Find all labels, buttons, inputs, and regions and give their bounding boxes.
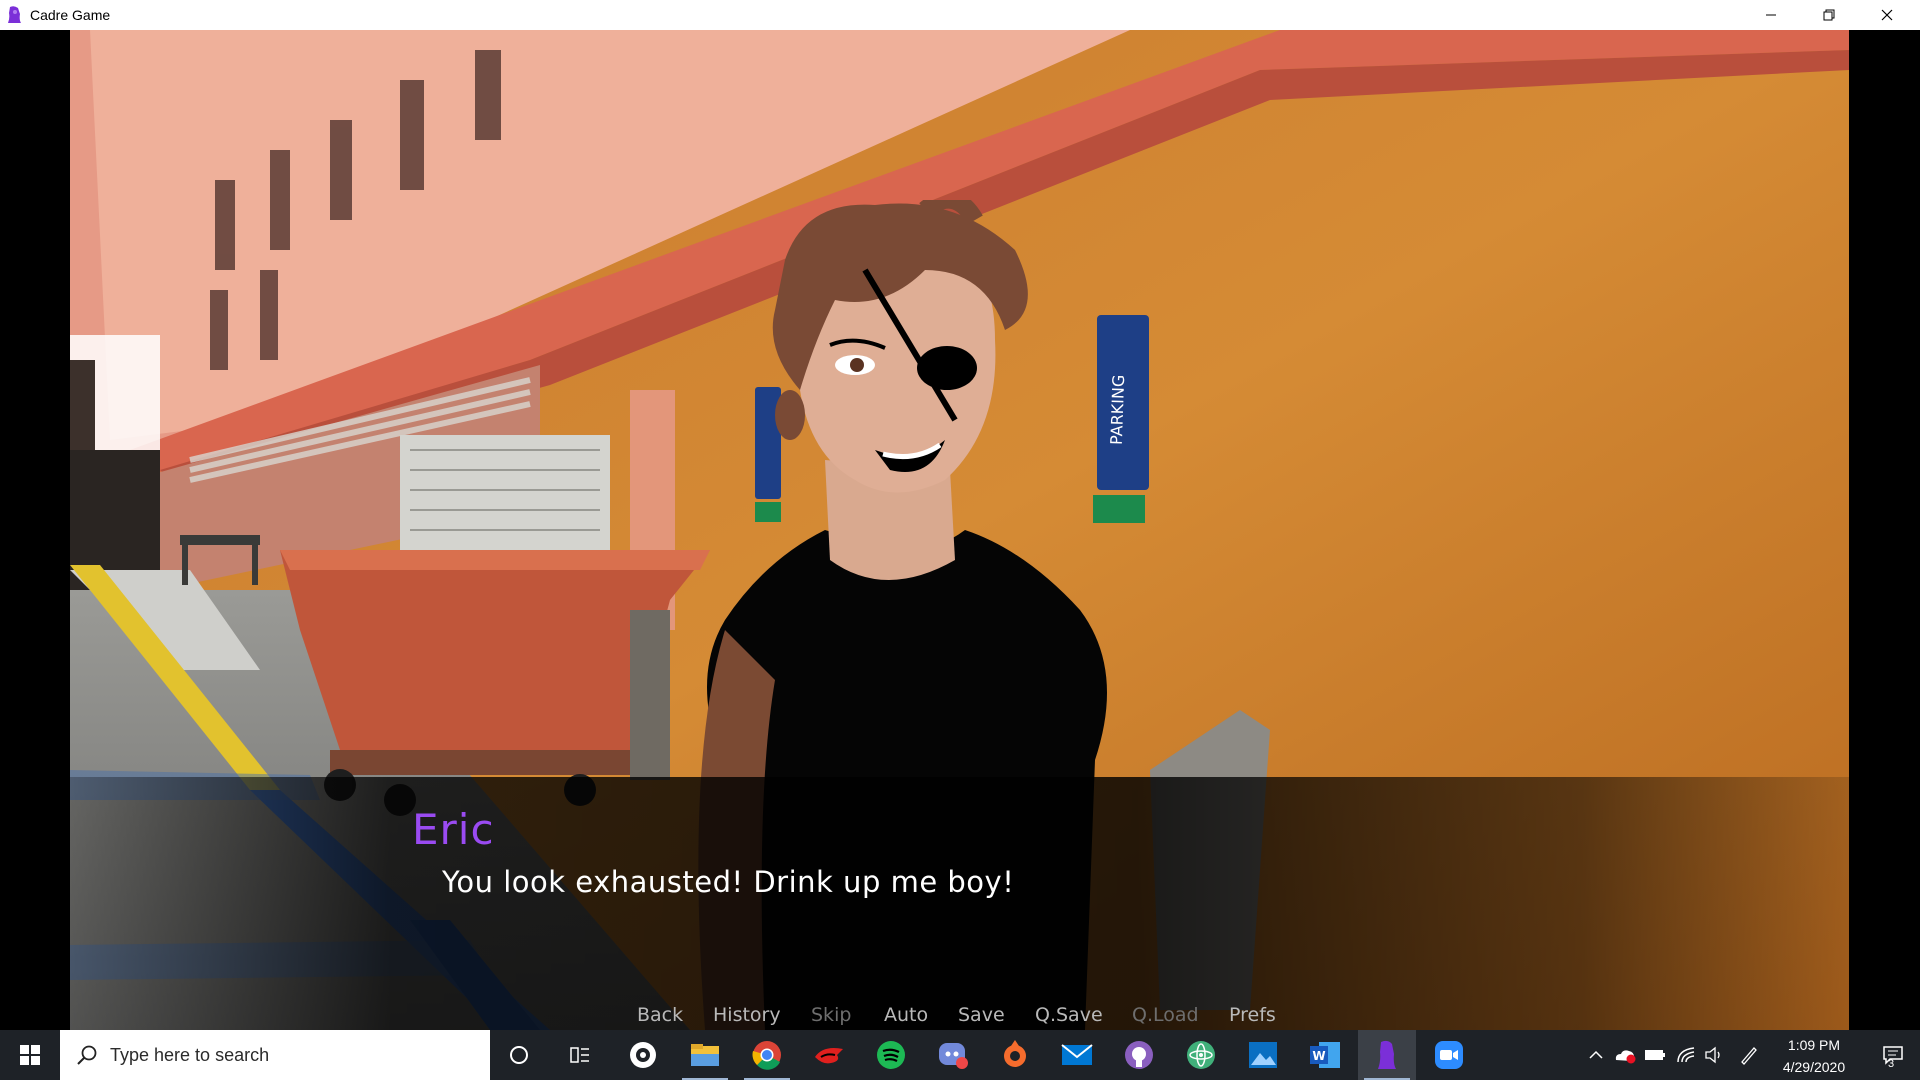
task-view-icon (570, 1047, 589, 1063)
photos-icon (1249, 1042, 1277, 1068)
window-title: Cadre Game (30, 7, 111, 23)
taskbar-spotify[interactable] (862, 1030, 920, 1080)
notification-count-badge: 3 (1888, 1058, 1895, 1070)
file-explorer-icon (691, 1044, 719, 1066)
close-button[interactable] (1858, 0, 1916, 30)
tray-onedrive[interactable] (1611, 1030, 1639, 1080)
action-center-button[interactable] (1866, 1030, 1920, 1080)
minimize-icon (1766, 14, 1776, 16)
chevron-up-icon (1589, 1050, 1603, 1059)
cortana-icon (510, 1046, 528, 1064)
quick-menu-qsave[interactable]: Q.Save (1035, 1004, 1103, 1026)
taskbar-search-box[interactable]: Type here to search (60, 1030, 490, 1080)
quick-menu-auto[interactable]: Auto (884, 1004, 928, 1026)
pen-icon (1741, 1047, 1757, 1065)
cadre-game-icon (1378, 1040, 1396, 1069)
tray-network[interactable] (1672, 1030, 1700, 1080)
quick-menu-qload[interactable]: Q.Load (1132, 1004, 1199, 1026)
close-icon (1881, 9, 1893, 21)
tray-volume[interactable] (1700, 1030, 1728, 1080)
quick-menu-prefs[interactable]: Prefs (1229, 1004, 1276, 1026)
search-placeholder: Type here to search (110, 1045, 270, 1065)
taskbar: Type here to search W 1:09 PM 4/29/2020 … (0, 1030, 1920, 1080)
taskbar-clock[interactable]: 1:09 PM 4/29/2020 (1764, 1034, 1864, 1075)
taskbar-cadre-game[interactable] (1358, 1030, 1416, 1080)
svg-text:W: W (1312, 1049, 1325, 1063)
cortana-button[interactable] (490, 1030, 548, 1080)
clock-time: 1:09 PM (1787, 1037, 1841, 1053)
quick-menu-save[interactable]: Save (958, 1004, 1005, 1026)
taskbar-github[interactable] (1110, 1030, 1168, 1080)
restore-icon (1823, 9, 1835, 21)
taskbar-game-app[interactable] (800, 1030, 858, 1080)
quick-menu-skip[interactable]: Skip (811, 1004, 851, 1026)
atom-icon (1187, 1041, 1215, 1069)
battery-icon (1645, 1050, 1665, 1060)
mail-icon (1061, 1044, 1093, 1065)
taskbar-file-explorer[interactable] (676, 1030, 734, 1080)
minimize-button[interactable] (1742, 0, 1800, 30)
taskbar-origin[interactable] (986, 1030, 1044, 1080)
network-icon (1677, 1047, 1695, 1063)
dialogue-text: You look exhausted! Drink up me boy! (442, 865, 1015, 899)
taskbar-photos[interactable] (1234, 1030, 1292, 1080)
taskbar-chrome[interactable] (738, 1030, 796, 1080)
task-view-button[interactable] (551, 1030, 609, 1080)
onedrive-icon (1615, 1050, 1636, 1064)
taskbar-word[interactable]: W (1296, 1030, 1354, 1080)
taskbar-steam[interactable] (614, 1030, 672, 1080)
chrome-icon (752, 1041, 781, 1070)
taskbar-zoom[interactable] (1420, 1030, 1478, 1080)
github-icon (1125, 1041, 1153, 1069)
quick-menu-back[interactable]: Back (637, 1004, 683, 1026)
volume-icon (1705, 1046, 1720, 1064)
taskbar-discord[interactable] (924, 1030, 982, 1080)
word-icon: W (1310, 1042, 1340, 1068)
taskbar-atom[interactable] (1172, 1030, 1230, 1080)
spotify-icon (877, 1041, 905, 1069)
taskbar-mail[interactable] (1048, 1030, 1106, 1080)
quick-menu-history[interactable]: History (713, 1004, 781, 1026)
steam-icon (630, 1042, 656, 1068)
origin-icon (1004, 1040, 1026, 1067)
quick-menu: Back History Skip Auto Save Q.Save Q.Loa… (70, 1004, 1849, 1030)
speaker-name: Eric (412, 805, 495, 854)
zoom-icon (1435, 1041, 1463, 1069)
tray-battery[interactable] (1641, 1030, 1669, 1080)
discord-icon (939, 1043, 968, 1069)
windows-logo-icon (20, 1045, 40, 1065)
game-app-icon (815, 1048, 843, 1064)
restore-button[interactable] (1800, 0, 1858, 30)
clock-date: 4/29/2020 (1782, 1059, 1846, 1075)
search-icon (77, 1045, 97, 1065)
show-hidden-icons-button[interactable] (1582, 1030, 1610, 1080)
start-button[interactable] (0, 1030, 60, 1080)
dialogue-box[interactable] (70, 777, 1849, 1030)
game-viewport[interactable]: PARKING Eric You look exhausted! Drink u… (70, 30, 1849, 1030)
cadre-app-icon (8, 6, 21, 23)
tray-pen-workspace[interactable] (1735, 1030, 1763, 1080)
window-title-bar: Cadre Game (0, 0, 1920, 30)
